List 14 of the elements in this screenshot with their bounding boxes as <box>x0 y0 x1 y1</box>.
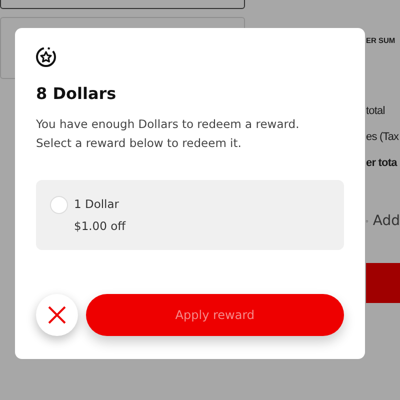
reward-name: 1 Dollar <box>74 197 120 211</box>
star-badge-icon <box>35 46 57 68</box>
reward-option[interactable]: 1 Dollar $1.00 off <box>36 180 344 250</box>
close-icon <box>48 306 66 324</box>
reward-detail: $1.00 off <box>74 219 126 233</box>
close-button[interactable] <box>36 294 78 336</box>
dialog-title: 8 Dollars <box>36 84 118 103</box>
summary-line: total <box>366 105 386 119</box>
radio-button[interactable] <box>50 196 68 214</box>
add-link[interactable]: Add <box>366 213 400 229</box>
summary-line: er tota <box>366 157 398 171</box>
checkout-bar[interactable] <box>366 263 400 303</box>
dialog-message: You have enough Dollars to redeem a reward. Select a reward below to redeem it. <box>36 116 300 152</box>
summary-line: es (Tax <box>366 131 400 145</box>
